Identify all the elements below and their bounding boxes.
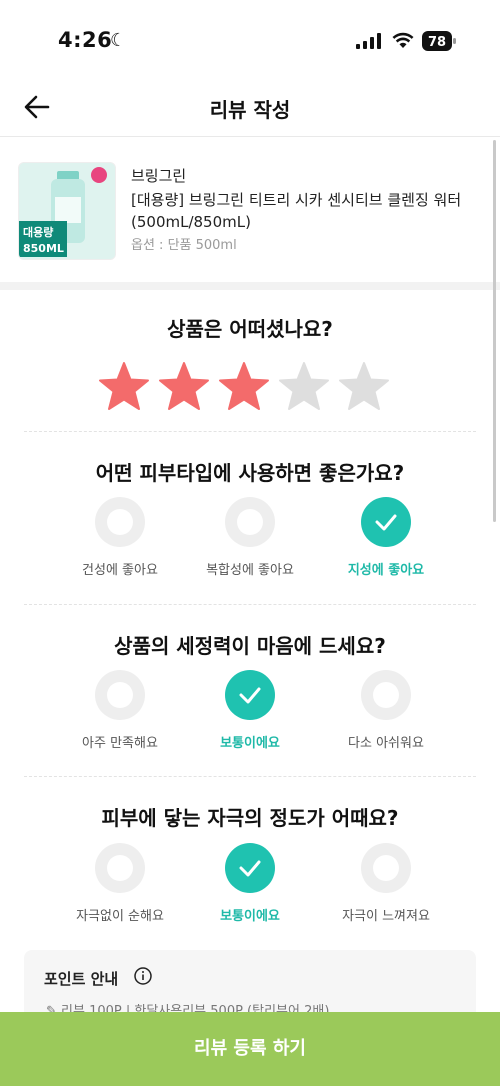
app-header: 리뷰 작성 bbox=[0, 80, 500, 137]
skin-type-option[interactable]: 건성에 좋아요 bbox=[50, 497, 190, 578]
skin-type-option-label: 지성에 좋아요 bbox=[347, 563, 425, 578]
cleansing-option-label: 보통이에요 bbox=[220, 736, 280, 751]
cleansing-option[interactable]: 아주 만족해요 bbox=[50, 670, 190, 751]
radio-unchecked-icon bbox=[225, 497, 275, 547]
star-icon[interactable] bbox=[338, 361, 390, 413]
page-title: 리뷰 작성 bbox=[209, 98, 291, 122]
star-icon[interactable] bbox=[98, 361, 150, 413]
skin-type-question: 어떤 피부타입에 사용하면 좋은가요? bbox=[95, 461, 405, 485]
product-brand: 브링그린 bbox=[131, 167, 187, 185]
cleansing-question: 상품의 세정력이 마음에 드세요? bbox=[114, 634, 386, 658]
product-name: [대용량] 브링그린 티트리 시카 센시티브 클렌징 워터 (500mL/850… bbox=[131, 191, 462, 231]
thumb-badge: 대용량 bbox=[23, 225, 53, 239]
irritation-option-label: 보통이에요 bbox=[220, 909, 280, 924]
product-option: 옵션 : 단품 500ml bbox=[131, 238, 237, 253]
signal-icon bbox=[356, 33, 381, 49]
star-icon[interactable] bbox=[278, 361, 330, 413]
irritation-option[interactable]: 자극이 느껴져요 bbox=[316, 843, 456, 924]
star-icon[interactable] bbox=[218, 361, 270, 413]
cleansing-option-label: 다소 아쉬워요 bbox=[348, 736, 424, 751]
skin-type-option-label: 건성에 좋아요 bbox=[82, 563, 158, 578]
radio-unchecked-icon bbox=[361, 670, 411, 720]
thumb-size: 850ML bbox=[23, 242, 64, 255]
cleansing-option[interactable]: 다소 아쉬워요 bbox=[316, 670, 456, 751]
check-icon bbox=[225, 670, 275, 720]
scrollbar[interactable] bbox=[493, 140, 496, 522]
irritation-option[interactable]: 자극없이 순해요 bbox=[50, 843, 190, 924]
cleansing-option-label: 아주 만족해요 bbox=[82, 736, 158, 751]
cleansing-option[interactable]: 보통이에요 bbox=[180, 670, 320, 751]
dashed-divider bbox=[24, 604, 476, 605]
radio-unchecked-icon bbox=[95, 497, 145, 547]
status-time: 4:26 bbox=[58, 28, 113, 52]
wifi-icon bbox=[392, 32, 414, 48]
rating-question: 상품은 어떠셨나요? bbox=[167, 317, 333, 341]
section-divider bbox=[0, 282, 500, 290]
dashed-divider bbox=[24, 776, 476, 777]
battery-level: 78 bbox=[428, 35, 446, 50]
submit-review-button[interactable]: 리뷰 등록 하기 bbox=[0, 1012, 500, 1086]
star-icon[interactable] bbox=[158, 361, 210, 413]
product-card: 대용량 850ML 브링그린 [대용량] 브링그린 티트리 시카 센시티브 클렌… bbox=[0, 137, 500, 282]
product-thumbnail: 대용량 850ML bbox=[18, 162, 116, 260]
moon-icon: ☾ bbox=[110, 30, 127, 51]
radio-unchecked-icon bbox=[361, 843, 411, 893]
battery-icon: 78 bbox=[422, 31, 456, 51]
check-icon bbox=[361, 497, 411, 547]
dashed-divider bbox=[24, 431, 476, 432]
radio-unchecked-icon bbox=[95, 670, 145, 720]
status-bar: 4:26 ☾ 78 bbox=[0, 0, 500, 80]
check-icon bbox=[225, 843, 275, 893]
star-rating[interactable] bbox=[98, 361, 408, 417]
radio-unchecked-icon bbox=[95, 843, 145, 893]
skin-type-option[interactable]: 복합성에 좋아요 bbox=[180, 497, 320, 578]
skin-type-option-label: 복합성에 좋아요 bbox=[206, 563, 294, 578]
irritation-option[interactable]: 보통이에요 bbox=[180, 843, 320, 924]
point-info-title: 포인트 안내 bbox=[44, 970, 119, 988]
point-info-box: 포인트 안내 ✎ 리뷰 100P | 한달사용리뷰 500P (탑리뷰어 2배) bbox=[24, 950, 476, 1020]
irritation-question: 피부에 닿는 자극의 정도가 어때요? bbox=[101, 806, 399, 830]
irritation-option-label: 자극이 느껴져요 bbox=[342, 909, 430, 924]
info-icon[interactable] bbox=[134, 967, 152, 985]
skin-type-option[interactable]: 지성에 좋아요 bbox=[316, 497, 456, 578]
irritation-option-label: 자극없이 순해요 bbox=[76, 909, 164, 924]
